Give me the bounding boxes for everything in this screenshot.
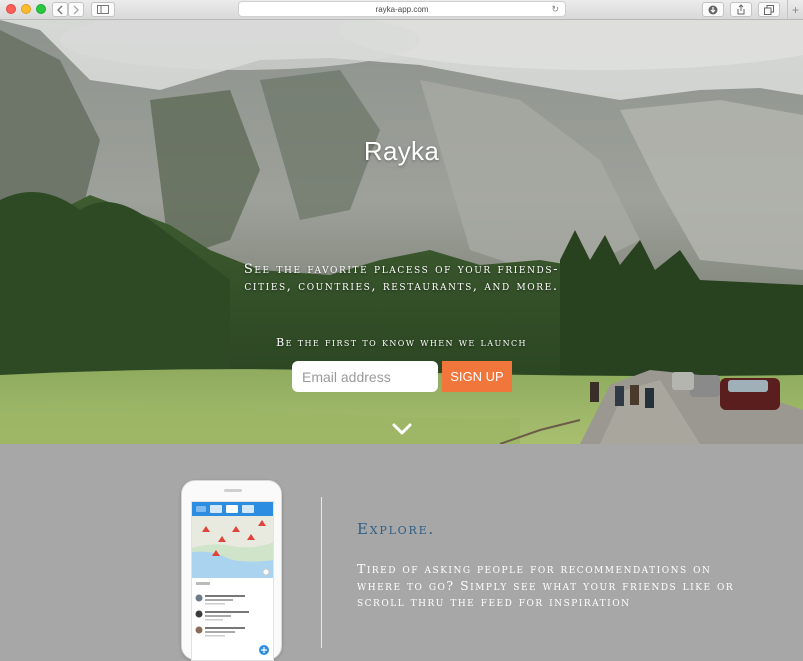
- section-description: Tired of asking people for recommendatio…: [357, 561, 735, 609]
- back-button[interactable]: [52, 2, 68, 17]
- download-button[interactable]: [702, 2, 724, 17]
- email-field[interactable]: [292, 361, 438, 392]
- section-divider: [321, 497, 322, 648]
- minimize-window-button[interactable]: [21, 4, 31, 14]
- hero-section: Rayka See the favorite placess of your f…: [0, 20, 803, 444]
- close-window-button[interactable]: [6, 4, 16, 14]
- share-icon: [737, 4, 745, 15]
- plus-icon: +: [791, 3, 799, 17]
- reload-icon[interactable]: ↻: [551, 4, 559, 15]
- phone-speaker: [224, 489, 242, 492]
- sidebar-icon: [97, 5, 109, 14]
- zoom-window-button[interactable]: [36, 4, 46, 14]
- download-icon: [708, 5, 718, 14]
- phone-mockup: [181, 480, 282, 661]
- chevron-left-icon: [57, 5, 63, 14]
- tagline-line-2: cities, countries, restaurants, and more…: [244, 279, 559, 294]
- new-tab-button[interactable]: +: [787, 0, 803, 20]
- tagline-line-1: See the favorite placess of your friends…: [243, 262, 560, 277]
- launch-notice: Be the first to know when we launch: [276, 336, 527, 349]
- section-heading: Explore.: [357, 520, 435, 538]
- chevron-right-icon: [73, 5, 79, 14]
- app-screenshot-image: [192, 502, 273, 655]
- tabs-button[interactable]: [758, 2, 780, 17]
- share-button[interactable]: [730, 2, 752, 17]
- tabs-icon: [764, 4, 774, 15]
- explore-section: Explore. Tired of asking people for reco…: [0, 444, 803, 661]
- forward-button[interactable]: [68, 2, 84, 17]
- browser-toolbar: rayka-app.com ↻ +: [0, 0, 803, 20]
- tagline: See the favorite placess of your friends…: [0, 261, 803, 295]
- chevron-down-icon[interactable]: [391, 422, 413, 436]
- address-bar[interactable]: rayka-app.com ↻: [238, 1, 566, 17]
- brand-title: Rayka: [363, 136, 440, 166]
- url-text: rayka-app.com: [375, 4, 429, 14]
- signup-button[interactable]: SIGN UP: [442, 361, 512, 392]
- sidebar-button[interactable]: [91, 2, 115, 17]
- phone-screen: [191, 501, 274, 661]
